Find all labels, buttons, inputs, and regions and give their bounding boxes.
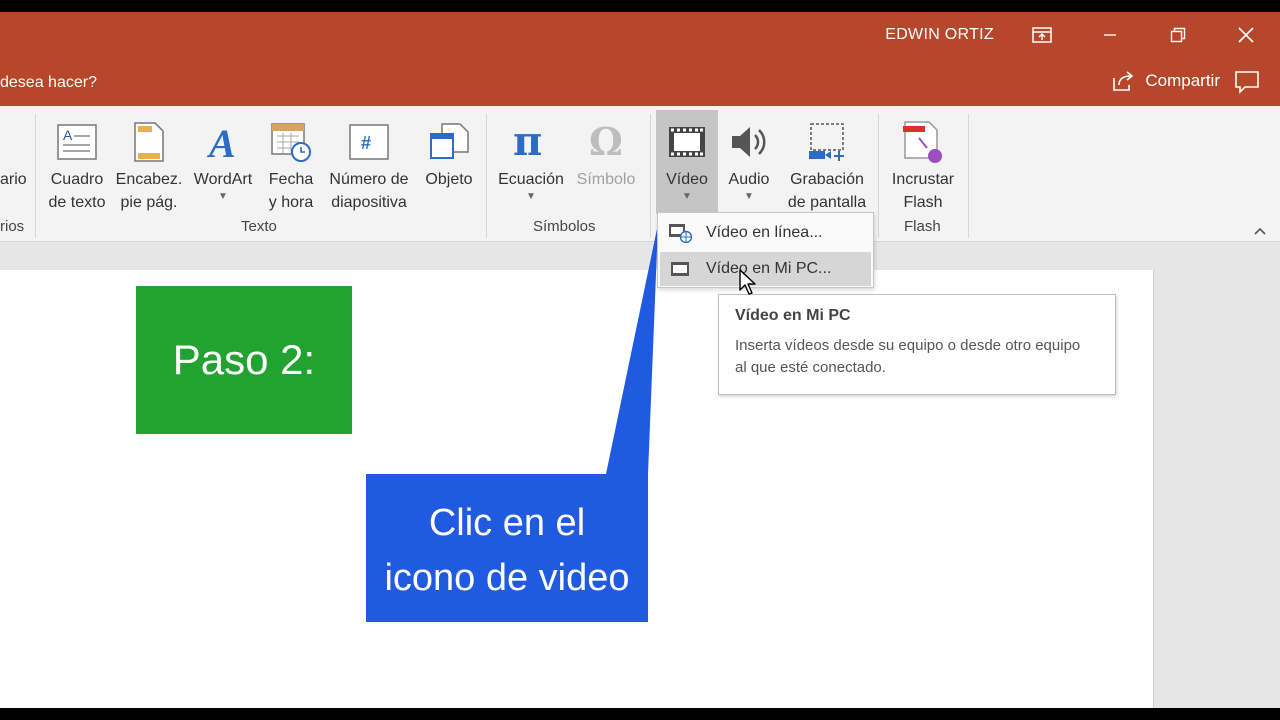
menu-item-video-on-pc[interactable]: Vídeo en Mi PC... bbox=[660, 252, 871, 286]
tooltip-description: Inserta vídeos desde su equipo o desde o… bbox=[735, 337, 1081, 376]
callout-line-2: icono de video bbox=[384, 557, 630, 599]
callout-text: Clic en el icono de video bbox=[366, 496, 648, 606]
mouse-pointer-icon bbox=[739, 269, 756, 295]
video-dropdown-menu: Vídeo en línea... Vídeo en Mi PC... bbox=[657, 212, 874, 288]
powerpoint-window: EDWIN ORTIZ desea hacer? Compartir ario … bbox=[0, 12, 1280, 708]
video-on-pc-tooltip: Vídeo en Mi PC Inserta vídeos desde su e… bbox=[718, 294, 1116, 395]
menu-item-online-video[interactable]: Vídeo en línea... bbox=[660, 216, 871, 250]
tooltip-title: Vídeo en Mi PC bbox=[735, 307, 851, 324]
callout-line-1: Clic en el bbox=[428, 502, 586, 544]
online-video-icon bbox=[660, 223, 700, 243]
film-small-icon bbox=[660, 261, 700, 277]
